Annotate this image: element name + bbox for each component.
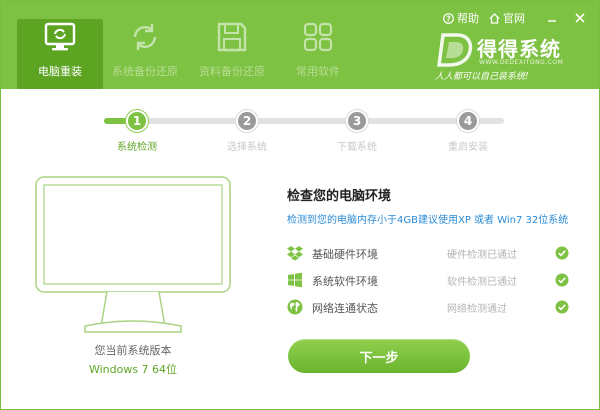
check-row-software: 系统软件环境 软件检测已通过 (287, 270, 571, 290)
next-step-button[interactable]: 下一步 (288, 339, 470, 373)
check-item-status: 软件检测已通过 (447, 277, 517, 288)
help-label: 帮助 (457, 12, 479, 25)
step-3-marker: 3 (346, 110, 368, 132)
step-2-label: 选择系统 (227, 142, 267, 153)
memory-warning: 检测到您的电脑内存小于4GB建议使用XP 或者 Win7 32位系统 (287, 215, 569, 226)
step-1-marker: 1 (126, 110, 148, 132)
tab-label: 资料备份还原 (199, 65, 265, 78)
close-button[interactable] (569, 9, 591, 27)
step-2-marker: 2 (236, 110, 258, 132)
header-bar: 电脑重装 系统备份还原 资料备份还原 常用软件 ? 帮助 官网 得得系统 WWW… (1, 1, 599, 89)
tab-label: 电脑重装 (38, 65, 82, 78)
windows-logo-icon (288, 272, 302, 288)
check-passed-icon (555, 300, 569, 314)
tab-system-backup[interactable]: 系统备份还原 (102, 19, 188, 87)
step-number: 1 (132, 114, 142, 128)
monitor-illustration (35, 176, 231, 333)
tab-data-backup[interactable]: 资料备份还原 (189, 19, 275, 87)
check-item-name: 基础硬件环境 (312, 248, 378, 261)
help-link[interactable]: ? 帮助 (443, 10, 479, 26)
brand-url: WWW.DEDEXITONG.COM (479, 59, 564, 66)
refresh-icon (133, 24, 157, 50)
current-system-value: Windows 7 64位 (88, 363, 178, 376)
check-row-network: 网络连通状态 网络检测通过 (287, 297, 571, 317)
check-passed-icon (555, 246, 569, 260)
installer-window: 电脑重装 系统备份还原 资料备份还原 常用软件 ? 帮助 官网 得得系统 WWW… (0, 0, 600, 410)
step-number: 2 (242, 114, 252, 128)
home-icon (489, 12, 500, 24)
brand-d-icon (437, 33, 473, 67)
step-number: 3 (352, 114, 362, 128)
minimize-icon (548, 20, 556, 22)
step-4-label: 重启安装 (448, 142, 488, 153)
close-icon (575, 13, 585, 23)
progress-track (104, 118, 504, 124)
tab-reinstall[interactable]: 电脑重装 (17, 19, 103, 89)
step-4-marker: 4 (457, 110, 479, 132)
brand-name: 得得系统 (477, 37, 561, 61)
check-item-name: 系统软件环境 (312, 275, 378, 288)
save-icon (217, 22, 247, 52)
globe-icon (287, 299, 303, 315)
help-icon: ? (443, 12, 454, 24)
svg-text:?: ? (446, 14, 450, 23)
check-item-name: 网络连通状态 (312, 302, 378, 315)
dropbox-icon (287, 246, 303, 261)
minimize-button[interactable] (541, 9, 563, 27)
brand-slogan: 人人都可以自己装系统! (435, 72, 529, 82)
check-passed-icon (555, 273, 569, 287)
check-title: 检查您的电脑环境 (287, 189, 392, 204)
tab-common-software[interactable]: 常用软件 (275, 19, 361, 87)
official-site-link[interactable]: 官网 (489, 10, 525, 26)
check-item-status: 网络检测通过 (447, 304, 507, 315)
step-3-label: 下载系统 (337, 142, 377, 153)
brand-logo: 得得系统 WWW.DEDEXITONG.COM 人人都可以自己装系统! (435, 31, 585, 87)
current-system-caption: 您当前系统版本 (94, 344, 172, 357)
official-site-label: 官网 (503, 12, 525, 25)
apps-grid-icon (303, 22, 333, 52)
tab-label: 常用软件 (296, 65, 340, 78)
monitor-reinstall-icon (44, 22, 76, 51)
tab-label: 系统备份还原 (112, 65, 178, 78)
check-row-hardware: 基础硬件环境 硬件检测已通过 (287, 243, 571, 263)
check-item-status: 硬件检测已通过 (447, 250, 517, 261)
title-bar-controls: ? 帮助 官网 (443, 9, 591, 27)
step-1-label: 系统检测 (117, 142, 157, 153)
step-number: 4 (463, 114, 473, 128)
